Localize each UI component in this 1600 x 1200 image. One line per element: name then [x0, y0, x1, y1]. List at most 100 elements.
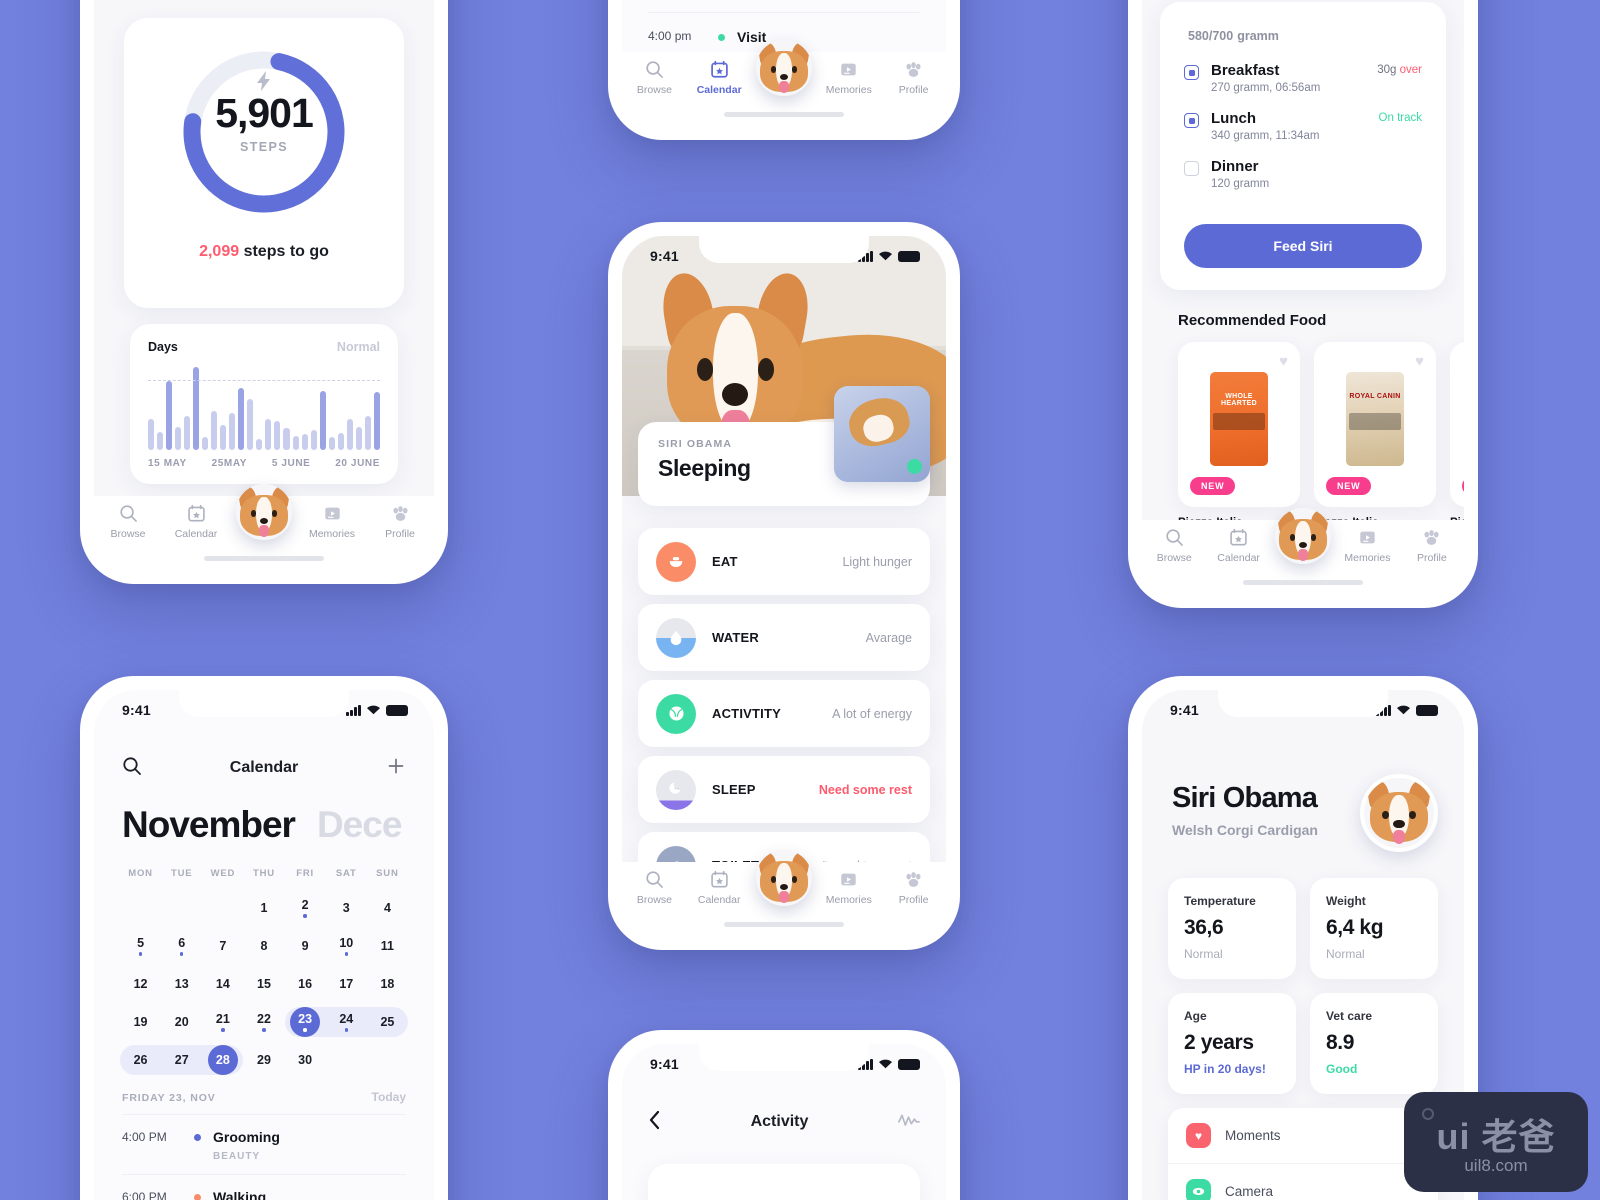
- watermark: ui 老爸 uil8.com: [1404, 1092, 1588, 1192]
- event-dot: [179, 952, 184, 956]
- calendar-day[interactable]: 10: [326, 930, 367, 962]
- status-row-activity[interactable]: ACTIVTITY A lot of energy: [638, 680, 930, 747]
- pet-avatar-button[interactable]: [756, 40, 812, 96]
- calendar-day[interactable]: 14: [202, 968, 243, 1000]
- status-row-water[interactable]: WATER Avarage: [638, 604, 930, 671]
- tab-browse[interactable]: Browse: [1142, 528, 1206, 564]
- tab-memories[interactable]: Memories: [1335, 528, 1399, 564]
- list-item[interactable]: 6:00 PM Walking SPORT: [122, 1175, 406, 1200]
- page-title: Calendar: [229, 759, 299, 776]
- calendar-day[interactable]: 7: [202, 930, 243, 962]
- calendar-day[interactable]: 11: [367, 930, 408, 962]
- meal-status: 30g over: [1377, 62, 1422, 76]
- plus-icon[interactable]: [386, 756, 406, 781]
- tab-memories[interactable]: Memories: [816, 870, 881, 906]
- calendar-day[interactable]: 17: [326, 968, 367, 1000]
- schedule-header: FRIDAY 23, NOV Today: [122, 1090, 406, 1115]
- calendar-day[interactable]: 12: [120, 968, 161, 1000]
- calendar-day[interactable]: 18: [367, 968, 408, 1000]
- tab-profile[interactable]: Profile: [881, 60, 946, 96]
- product-card[interactable]: ♥ ROYAL CANIN NEW Piazza Italia $41.50: [1314, 342, 1436, 548]
- status-row-sleep[interactable]: SLEEP Need some rest: [638, 756, 930, 823]
- tab-calendar[interactable]: Calendar: [1206, 528, 1270, 564]
- product-card[interactable]: ♥ NEW Piazza Italia $41.50: [1450, 342, 1464, 548]
- tab-calendar[interactable]: Calendar: [687, 60, 752, 96]
- calendar-day[interactable]: 16: [285, 968, 326, 1000]
- tab-profile[interactable]: Profile: [1400, 528, 1464, 564]
- corgi-avatar: [236, 484, 292, 540]
- calendar-day[interactable]: 4: [367, 892, 408, 924]
- tab-browse-label: Browse: [636, 894, 672, 906]
- tab-browse[interactable]: Browse: [622, 870, 687, 906]
- chart-normal-badge: Normal: [336, 340, 380, 354]
- chart-bar: [328, 436, 335, 450]
- tab-calendar[interactable]: Calendar: [162, 504, 230, 540]
- feed-button[interactable]: Feed Siri: [1184, 224, 1422, 268]
- tab-profile[interactable]: Profile: [366, 504, 434, 540]
- avatar[interactable]: [1360, 774, 1438, 852]
- calendar-day[interactable]: 20: [161, 1006, 202, 1038]
- tab-browse[interactable]: Browse: [94, 504, 162, 540]
- chart-x-axis: 15 MAY 25MAY 5 JUNE 20 JUNE: [148, 458, 380, 469]
- calendar-day[interactable]: 29: [243, 1044, 284, 1076]
- heart-icon[interactable]: ♥: [1415, 353, 1424, 370]
- status-row-eat[interactable]: EAT Light hunger: [638, 528, 930, 595]
- pet-thumbnail[interactable]: [834, 386, 930, 482]
- notch: [699, 236, 869, 263]
- calendar-day[interactable]: 28: [202, 1044, 243, 1076]
- calendar-day[interactable]: 21: [202, 1006, 243, 1038]
- meal-dinner[interactable]: Dinner 120 gramm: [1184, 158, 1422, 190]
- calendar-day[interactable]: 2: [285, 892, 326, 924]
- month-switcher[interactable]: November Dece: [122, 804, 434, 846]
- calendar-day[interactable]: 25: [367, 1006, 408, 1038]
- tab-browse[interactable]: Browse: [622, 60, 687, 96]
- menu-item-moments[interactable]: ♥ Moments: [1168, 1108, 1438, 1164]
- calendar-day[interactable]: 27: [161, 1044, 202, 1076]
- product-brand: ROYAL CANIN: [1349, 392, 1401, 400]
- calendar-day[interactable]: 13: [161, 968, 202, 1000]
- chart-bar: [364, 415, 371, 450]
- calendar-header: Calendar: [94, 748, 434, 788]
- pet-avatar-button[interactable]: [236, 484, 292, 540]
- meal-breakfast[interactable]: Breakfast 270 gramm, 06:56am 30g over: [1184, 62, 1422, 94]
- meal-lunch[interactable]: Lunch 340 gramm, 11:34am On track: [1184, 110, 1422, 142]
- status-time: 9:41: [650, 248, 679, 264]
- event-dot: [262, 1028, 266, 1032]
- battery-icon: [898, 250, 920, 262]
- bar-chart-plot: [148, 360, 380, 450]
- calendar-day[interactable]: 24: [326, 1006, 367, 1038]
- heart-icon[interactable]: ♥: [1279, 353, 1288, 370]
- calendar-day-number: 20: [174, 1015, 189, 1029]
- search-icon[interactable]: [122, 756, 142, 781]
- calendar-day[interactable]: 6: [161, 930, 202, 962]
- calendar-day[interactable]: 8: [243, 930, 284, 962]
- calendar-day[interactable]: 9: [285, 930, 326, 962]
- checkbox-checked-icon[interactable]: [1184, 65, 1199, 80]
- calendar-day-number: 22: [257, 1012, 271, 1027]
- chart-bar: [319, 390, 326, 450]
- calendar-day[interactable]: 3: [326, 892, 367, 924]
- calendar-day[interactable]: 30: [285, 1044, 326, 1076]
- calendar-day[interactable]: 5: [120, 930, 161, 962]
- menu-item-camera[interactable]: Camera: [1168, 1164, 1438, 1200]
- calendar-day[interactable]: 23: [285, 1006, 326, 1038]
- pulse-icon[interactable]: [898, 1112, 920, 1133]
- tab-memories[interactable]: Memories: [816, 60, 881, 96]
- calendar-day[interactable]: 19: [120, 1006, 161, 1038]
- calendar-day[interactable]: 26: [120, 1044, 161, 1076]
- checkbox-checked-icon[interactable]: [1184, 113, 1199, 128]
- pet-avatar-button[interactable]: [756, 850, 812, 906]
- calendar-day[interactable]: 22: [243, 1006, 284, 1038]
- pet-avatar-button[interactable]: [1275, 508, 1331, 564]
- checkbox-unchecked-icon[interactable]: [1184, 161, 1199, 176]
- month-next: Dece: [316, 804, 402, 845]
- calendar-day[interactable]: 15: [243, 968, 284, 1000]
- chevron-left-icon[interactable]: [648, 1110, 661, 1135]
- tab-profile[interactable]: Profile: [881, 870, 946, 906]
- tab-calendar[interactable]: Calendar: [687, 870, 752, 906]
- list-item[interactable]: 4:00 PM Grooming BEAUTY: [122, 1115, 406, 1175]
- calendar-day-number: 21: [215, 1012, 230, 1027]
- calendar-cell-empty: [367, 1044, 408, 1076]
- calendar-day[interactable]: 1: [243, 892, 284, 924]
- tab-memories[interactable]: Memories: [298, 504, 366, 540]
